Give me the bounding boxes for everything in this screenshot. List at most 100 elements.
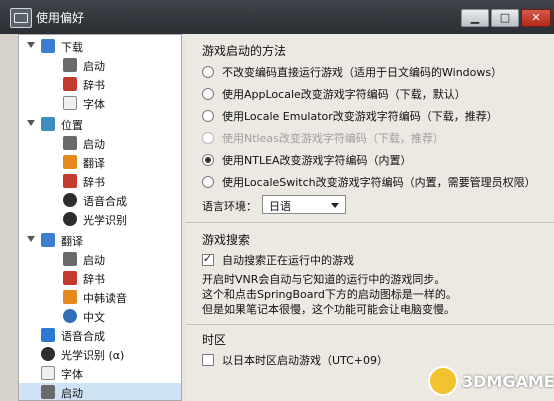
app-icon xyxy=(10,8,32,28)
location-icon xyxy=(41,117,55,131)
option-label: 使用LocaleSwitch改变游戏字符编码（内置，需要管理员权限） xyxy=(222,176,536,189)
radio-localeswitch[interactable] xyxy=(202,176,214,188)
radio-applocale[interactable] xyxy=(202,88,214,100)
sidebar-item-speech[interactable]: 语音合成 xyxy=(19,326,181,345)
watermark: 3DMGAME xyxy=(428,366,554,398)
translate-icon xyxy=(63,155,77,169)
font-icon xyxy=(63,96,77,110)
sidebar-item-location-translate[interactable]: 翻译 xyxy=(19,153,181,172)
close-button[interactable]: ✕ xyxy=(521,9,551,27)
download-icon xyxy=(41,39,55,53)
option-label: 不改变编码直接运行游戏（适用于日文编码的Windows） xyxy=(222,66,503,79)
option-label: 使用Locale Emulator改变游戏字符编码（下载，推荐） xyxy=(222,110,498,123)
sidebar-item-chinese[interactable]: 中文 xyxy=(19,307,181,326)
window-edge xyxy=(0,34,18,401)
sidebar-item-label: 启动 xyxy=(83,138,105,151)
sidebar-item-label: 光学识别 xyxy=(83,214,127,227)
sidebar-tree[interactable]: 下载 启动 辞书 字体 位置 启动 翻译 辞书 语音合成 光学识别 翻译 启动 … xyxy=(18,34,182,401)
sidebar-item-label: 辞书 xyxy=(83,273,105,286)
speech-icon xyxy=(63,193,77,207)
sidebar-item-ocr[interactable]: 光学识别 (α) xyxy=(19,345,181,364)
chinese-globe-icon xyxy=(63,309,77,323)
title-bar[interactable]: 使用偏好 ▁ □ ✕ xyxy=(0,0,554,34)
language-select[interactable]: 日语 xyxy=(262,195,346,214)
language-label: 语言环境： xyxy=(202,200,257,213)
sidebar-item-label: 辞书 xyxy=(83,79,105,92)
watermark-logo-icon xyxy=(428,366,458,396)
sidebar-item-label: 字体 xyxy=(61,368,83,381)
language-value: 日语 xyxy=(269,200,291,213)
music-note-icon xyxy=(41,328,55,342)
sidebar-item-label: 光学识别 (α) xyxy=(61,349,125,362)
sidebar-item-label: 翻译 xyxy=(83,157,105,170)
game-search-group: 游戏搜索 自动搜索正在运行中的游戏 开启时VNR会自动与它知道的运行中的游戏同步… xyxy=(186,223,554,325)
dictionary-icon xyxy=(63,77,77,91)
option-label: 使用NTLEA改变游戏字符编码（内置） xyxy=(222,154,412,167)
sidebar-item-location-speech[interactable]: 语音合成 xyxy=(19,191,181,210)
ocr-icon xyxy=(41,347,55,361)
sidebar-item-download-font[interactable]: 字体 xyxy=(19,94,181,113)
game-search-desc-line: 但是如果笔记本很慢，这个功能可能会让电脑变慢。 xyxy=(202,303,455,316)
sidebar-item-label: 语音合成 xyxy=(83,195,127,208)
auto-search-label: 自动搜索正在运行中的游戏 xyxy=(222,254,354,267)
launch-icon xyxy=(63,136,77,150)
dictionary-icon xyxy=(63,271,77,285)
watermark-text: 3DMGAME xyxy=(462,372,554,391)
sidebar-item-label: 下载 xyxy=(61,41,83,54)
radio-ntleas xyxy=(202,132,214,144)
sidebar-item-location-launch[interactable]: 启动 xyxy=(19,134,181,153)
sidebar-item-location-dictionary[interactable]: 辞书 xyxy=(19,172,181,191)
preferences-window: 使用偏好 ▁ □ ✕ 下载 启动 辞书 字体 位置 启动 翻译 辞书 语音合成 … xyxy=(0,0,554,401)
sidebar-item-label: 翻译 xyxy=(61,235,83,248)
sidebar-item-label: 中韩读音 xyxy=(83,292,127,305)
korean-reading-icon xyxy=(63,290,77,304)
sidebar-item-launch[interactable]: 启动 xyxy=(19,383,181,400)
sidebar-item-location-ocr[interactable]: 光学识别 xyxy=(19,210,181,229)
game-search-title: 游戏搜索 xyxy=(202,233,251,247)
sidebar-item-label: 启动 xyxy=(83,60,105,73)
expand-arrow-icon[interactable] xyxy=(27,236,35,242)
sidebar-item-label: 字体 xyxy=(83,98,105,111)
dictionary-icon xyxy=(63,174,77,188)
sidebar-item-download[interactable]: 下载 xyxy=(19,37,181,56)
launch-method-group: 游戏启动的方法 不改变编码直接运行游戏（适用于日文编码的Windows） 使用A… xyxy=(186,34,554,223)
font-icon xyxy=(41,366,55,380)
sidebar-item-font[interactable]: 字体 xyxy=(19,364,181,383)
sidebar-item-location[interactable]: 位置 xyxy=(19,115,181,134)
sidebar-item-translate-dictionary[interactable]: 辞书 xyxy=(19,269,181,288)
japan-timezone-label: 以日本时区启动游戏（UTC+09） xyxy=(222,354,389,367)
option-label: 使用AppLocale改变游戏字符编码（下载，默认） xyxy=(222,88,466,101)
expand-arrow-icon[interactable] xyxy=(27,120,35,126)
ocr-icon xyxy=(63,212,77,226)
chevron-down-icon xyxy=(331,203,339,208)
minimize-button[interactable]: ▁ xyxy=(461,9,489,27)
radio-locale-emulator[interactable] xyxy=(202,110,214,122)
radio-no-encoding-change[interactable] xyxy=(202,66,214,78)
sidebar-item-download-dictionary[interactable]: 辞书 xyxy=(19,75,181,94)
launch-icon xyxy=(63,58,77,72)
launch-icon xyxy=(63,252,77,266)
sidebar-item-translate[interactable]: 翻译 xyxy=(19,231,181,250)
settings-panel: 游戏启动的方法 不改变编码直接运行游戏（适用于日文编码的Windows） 使用A… xyxy=(186,34,554,401)
sidebar-item-label: 中文 xyxy=(83,311,105,324)
sidebar-item-download-launch[interactable]: 启动 xyxy=(19,56,181,75)
sidebar-item-label: 辞书 xyxy=(83,176,105,189)
maximize-button[interactable]: □ xyxy=(491,9,519,27)
sidebar-item-korean-reading[interactable]: 中韩读音 xyxy=(19,288,181,307)
launch-icon xyxy=(41,385,55,399)
sidebar-item-label: 位置 xyxy=(61,119,83,132)
launch-method-title: 游戏启动的方法 xyxy=(202,44,287,58)
window-title: 使用偏好 xyxy=(36,11,85,25)
japan-timezone-checkbox[interactable] xyxy=(202,354,214,366)
auto-search-checkbox[interactable] xyxy=(202,252,214,266)
expand-arrow-icon[interactable] xyxy=(27,42,35,48)
game-search-desc-line: 开启时VNR会自动与它知道的运行中的游戏同步。 xyxy=(202,273,446,286)
radio-ntlea[interactable] xyxy=(202,154,214,166)
sidebar-item-translate-launch[interactable]: 启动 xyxy=(19,250,181,269)
sidebar-item-label: 语音合成 xyxy=(61,330,105,343)
timezone-title: 时区 xyxy=(202,333,227,347)
option-label: 使用Ntleas改变游戏字符编码（下载，推荐） xyxy=(222,132,444,145)
sidebar-item-label: 启动 xyxy=(83,254,105,267)
sidebar-item-label: 启动 xyxy=(61,387,83,400)
users-icon xyxy=(41,233,55,247)
